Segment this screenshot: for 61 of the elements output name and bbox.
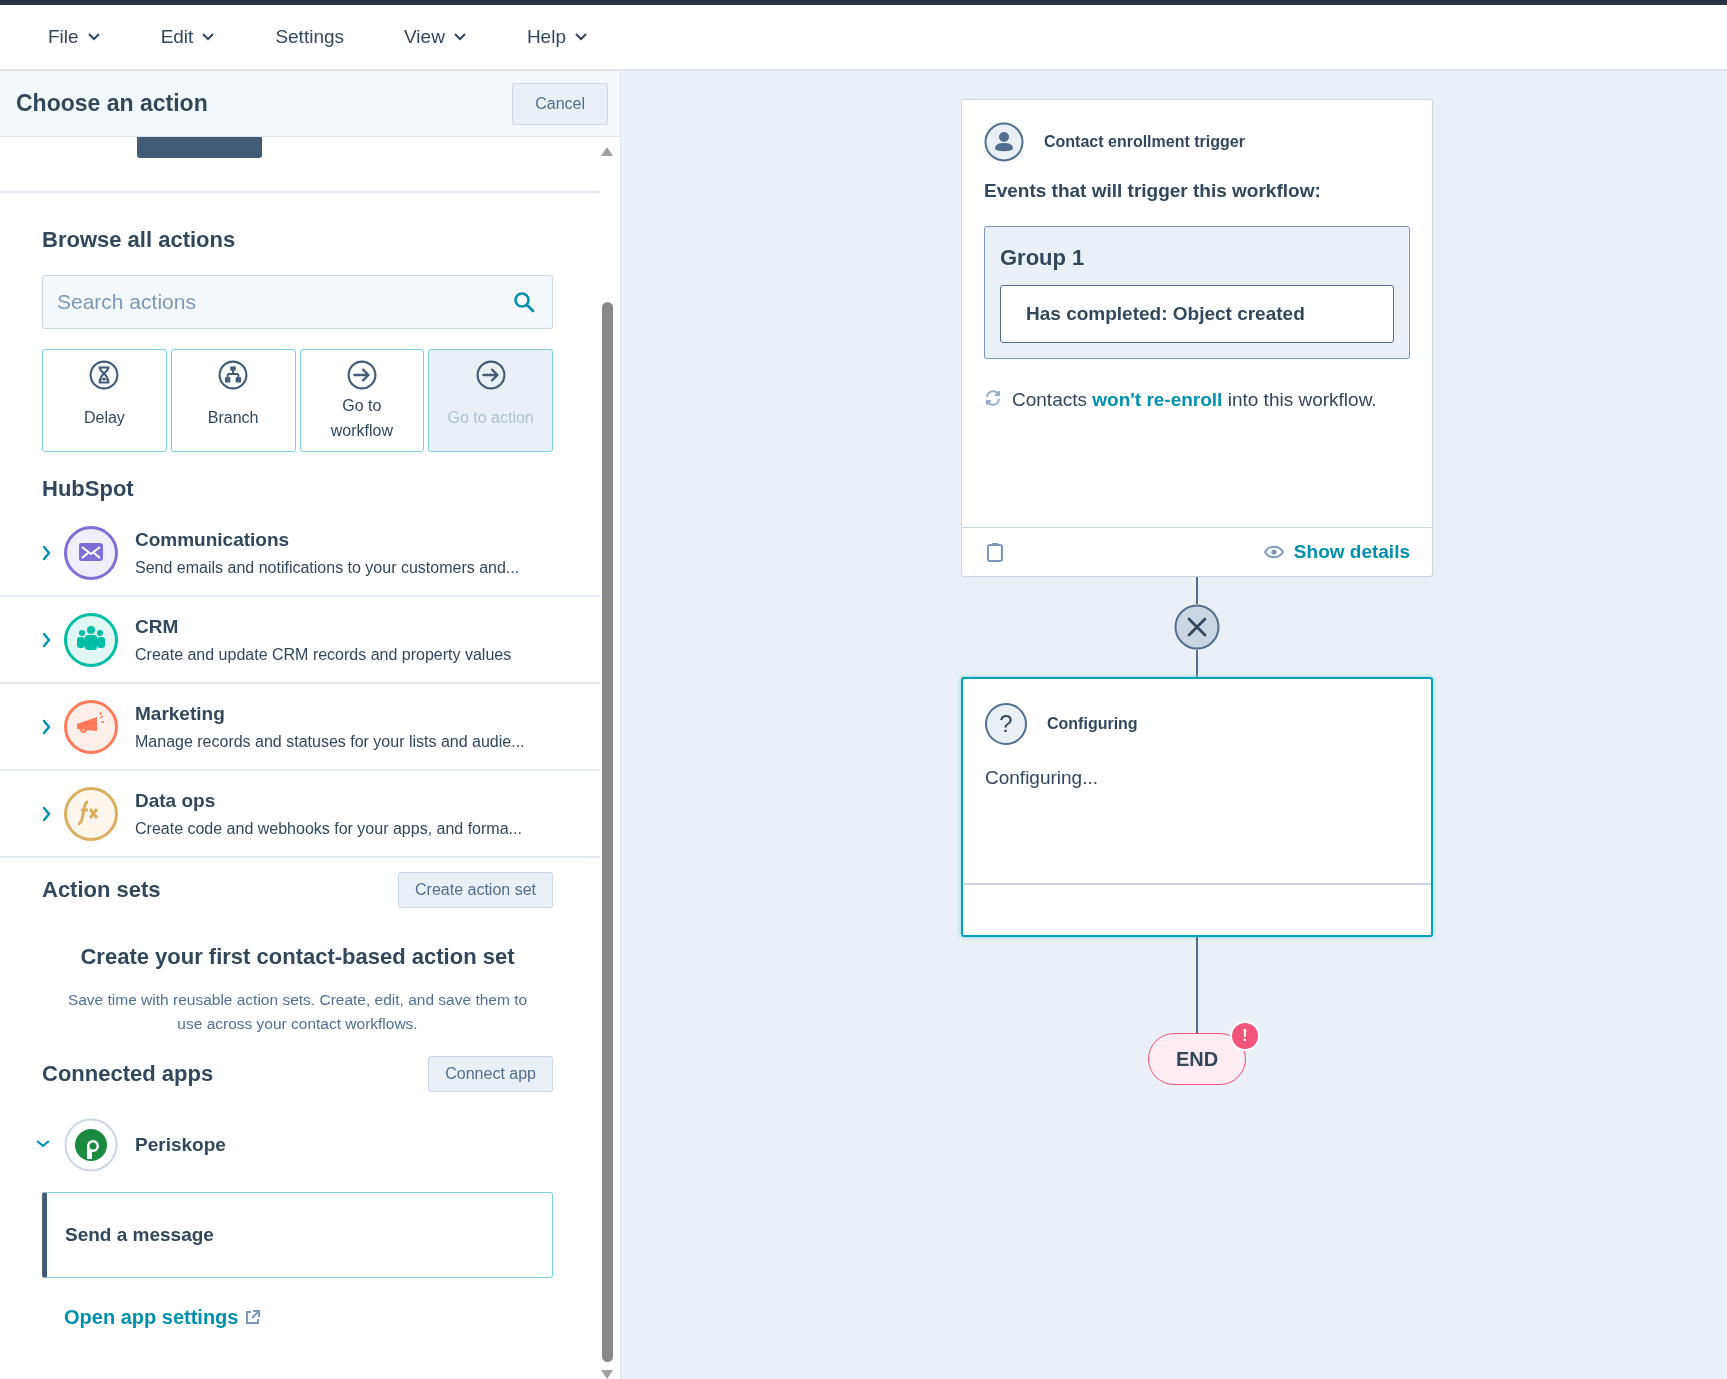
- clipboard-icon: [986, 542, 1004, 562]
- menu-item[interactable]: Help: [514, 20, 600, 54]
- category-title: CRM: [135, 615, 180, 638]
- external-link-icon: [244, 1309, 262, 1326]
- category-title: Marketing: [135, 702, 226, 725]
- menu-item[interactable]: Edit: [148, 20, 228, 54]
- filter-condition: Has completed: Object created: [1000, 285, 1394, 343]
- trigger-card[interactable]: Contact enrollment trigger Events that will trigger this workflow: Group 1 Has completed: Object created Contacts won't re-enroll into this workflow. Show details: [961, 99, 1433, 577]
- chevron-down-icon: [86, 32, 101, 42]
- close-icon[interactable]: [1174, 604, 1220, 650]
- node-title: Contact enrollment trigger: [1044, 133, 1245, 151]
- action-tile[interactable]: Delay: [42, 349, 167, 452]
- arrow-right-icon: [475, 360, 506, 390]
- app-item[interactable]: Periskope: [36, 1118, 553, 1172]
- group-title: Group 1: [1000, 245, 1086, 271]
- settings-link[interactable]: Open app settings: [64, 1306, 262, 1329]
- create-action-set-button[interactable]: Create action set: [398, 872, 553, 908]
- panel-title: Choose an action: [16, 90, 208, 117]
- category-description: Create and update CRM records and property values: [135, 645, 512, 664]
- menu-item[interactable]: Settings: [263, 20, 357, 54]
- action-card[interactable]: ? Configuring Configuring...: [961, 677, 1433, 937]
- category-description: Create code and webhooks for your apps, and forma...: [135, 819, 522, 838]
- category-description: Manage records and statuses for your lists and audie...: [135, 732, 525, 751]
- category-description: Send emails and notifications to your customers and...: [135, 558, 520, 577]
- hourglass-icon: [89, 360, 120, 390]
- section-heading: Connected apps: [42, 1061, 214, 1087]
- action-tile[interactable]: Go to workflow: [299, 349, 425, 452]
- category-title: Communications: [135, 528, 291, 551]
- category-item[interactable]: Marketing Manage records and statuses for your lists and audie...: [0, 684, 600, 771]
- category-item[interactable]: CRM Create and update CRM records and property values: [0, 597, 600, 684]
- person-icon: [984, 122, 1024, 162]
- app-action-card[interactable]: Send a message: [42, 1192, 553, 1278]
- question-icon: ?: [985, 703, 1027, 745]
- menu-item[interactable]: View: [392, 20, 479, 54]
- app-logo-icon: [64, 1118, 118, 1172]
- empty-state-text: Save time with reusable action sets. Create, edit, and save them to use across your contact workflows.: [66, 990, 529, 1034]
- show-details-link[interactable]: Show details: [1263, 541, 1410, 563]
- category-item[interactable]: Data ops Create code and webhooks for your apps, and forma...: [0, 771, 600, 858]
- empty-state-title: Create your first contact-based action set: [79, 944, 516, 970]
- section-heading: HubSpot: [42, 476, 135, 502]
- chevron-down-icon: [452, 32, 467, 42]
- search-icon: [513, 291, 535, 313]
- cancel-button[interactable]: Cancel: [512, 82, 608, 125]
- eye-icon: [1263, 545, 1284, 559]
- action-tile[interactable]: Branch: [170, 349, 296, 452]
- trigger-subtitle: Events that will trigger this workflow:: [983, 179, 1322, 202]
- chevron-down-icon: [573, 32, 588, 42]
- arrow-right-icon: [346, 360, 377, 390]
- reenroll-note: Contacts won't re-enroll into this workflow.: [1012, 389, 1377, 411]
- category-item[interactable]: Communications Send emails and notifications to your customers and...: [0, 510, 600, 597]
- search-field[interactable]: Search actions: [42, 275, 553, 329]
- section-heading: Action sets: [42, 877, 161, 903]
- menu-item[interactable]: File: [36, 20, 113, 54]
- action-status: Configuring...: [984, 766, 1099, 790]
- category-title: Data ops: [135, 789, 217, 812]
- branch-icon: [218, 360, 249, 390]
- section-heading: Browse all actions: [42, 227, 237, 253]
- node-title: Configuring: [1047, 715, 1138, 733]
- chevron-down-icon: [201, 32, 216, 42]
- connect-app-button[interactable]: Connect app: [428, 1056, 553, 1092]
- refresh-icon: [984, 389, 1002, 407]
